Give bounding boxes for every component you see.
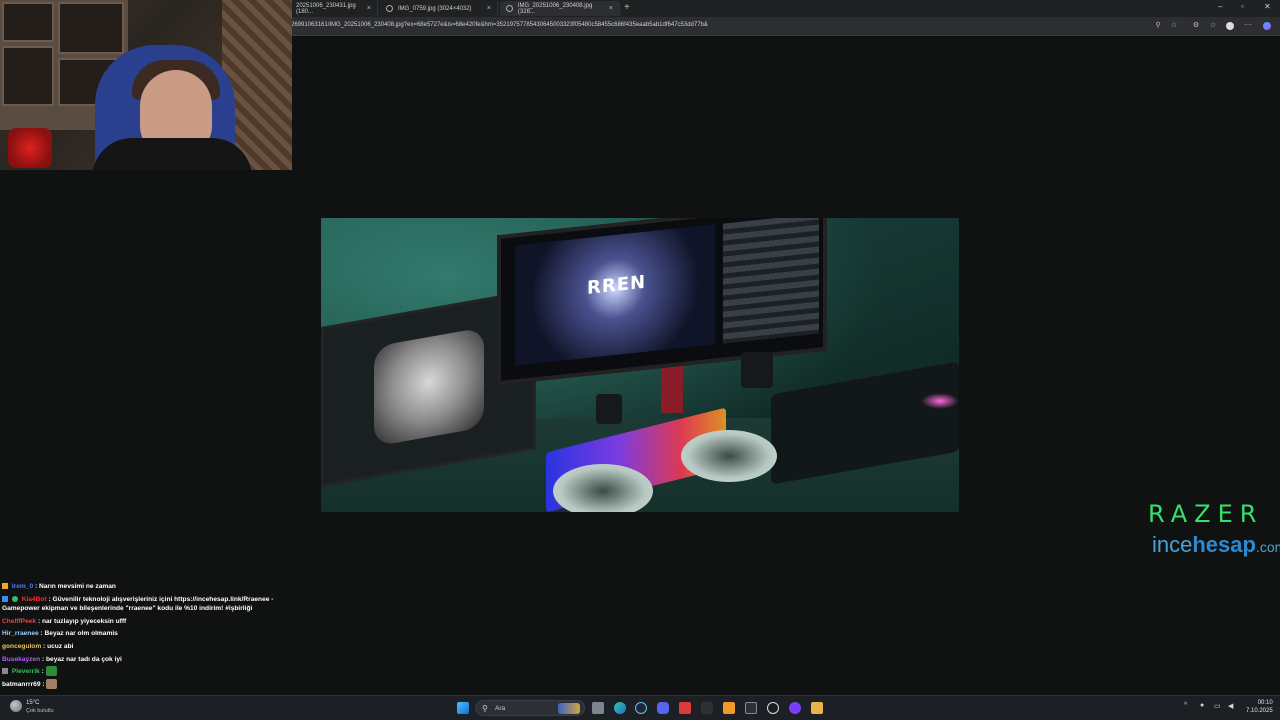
zoom-icon[interactable]: ⚲ — [1154, 22, 1162, 30]
badge-icon — [11, 595, 18, 602]
cloud-icon[interactable] — [10, 700, 22, 712]
chat-text: : — [41, 668, 44, 676]
chat-message: Kla4Bot : Güvenilir teknoloji alışverişl… — [2, 594, 277, 614]
search-label: Ara — [495, 705, 506, 712]
epic-games-icon[interactable] — [701, 702, 713, 714]
tab-3-active[interactable]: IMG_20251006_230408.jpg (326... × — [500, 1, 620, 16]
badge-icon — [2, 668, 8, 675]
emote-icon — [45, 666, 57, 677]
speaker-left — [596, 394, 622, 424]
clock-time: 00:10 — [1257, 700, 1273, 706]
app-icon[interactable] — [679, 702, 691, 714]
taskbar: 15°C Çok bulutlu ⚲ Ara ^ ● ▭ ◀ 00:10 7.1… — [0, 695, 1280, 720]
mouse-glow — [921, 393, 959, 409]
search-icon: ⚲ — [482, 704, 488, 713]
task-view-icon[interactable] — [592, 702, 604, 714]
app-icon[interactable] — [723, 702, 735, 714]
chat-username: Busekayzen — [2, 655, 41, 663]
app-icon[interactable] — [767, 702, 779, 714]
chat-text: : — [42, 680, 45, 688]
search-bar[interactable]: ⚲ Ara — [475, 700, 585, 716]
razer-logo: RAZER — [1148, 500, 1264, 528]
red-decor — [8, 128, 52, 168]
maximize-button[interactable]: ▫ — [1241, 2, 1244, 11]
streamer-body — [92, 138, 252, 170]
chat-username: batmanrrr69 — [2, 680, 41, 688]
chevron-up-icon[interactable]: ^ — [1184, 702, 1187, 709]
profile-avatar-icon[interactable] — [1226, 22, 1234, 30]
chat-text: : ucuz abi — [43, 642, 74, 650]
minimize-button[interactable]: – — [1218, 2, 1222, 11]
tab-title: IMG_20251006_230408.jpg (326... — [517, 2, 593, 15]
tab-title: IMG_0759.jpg (3024×4032) — [398, 5, 472, 12]
chat-text: : nar tuzlayıp yiyeceksin ufff — [37, 617, 127, 625]
close-icon[interactable]: × — [609, 5, 613, 12]
chat-text: : Beyaz nar olm olmamis — [40, 630, 118, 638]
tab-1[interactable]: 20251006_230431.jpg (180... × — [290, 1, 378, 16]
incehesap-logo: incehesap.com — [1152, 532, 1280, 557]
start-windows-icon[interactable] — [457, 702, 469, 714]
bowl — [681, 430, 777, 482]
chat-username: Pleverrik — [11, 668, 40, 676]
chat-message: Irem_0 : Narın mevsimi ne zaman — [2, 581, 277, 594]
chat-username: ChelffPeek — [2, 617, 37, 625]
desktop: 20251006_230431.jpg (180... × IMG_0759.j… — [0, 0, 1280, 720]
chat-username: goncegulom — [2, 642, 42, 650]
tab-title: 20251006_230431.jpg (180... — [296, 2, 356, 15]
url-field[interactable]: 26991063161/IMG_20251006_230408.jpg?ex=6… — [291, 22, 708, 28]
new-tab-button[interactable]: + — [624, 2, 630, 13]
chat-message: ChelffPeek : nar tuzlayıp yiyeceksin uff… — [2, 616, 277, 629]
chat-message: Pleverrik : — [2, 666, 277, 679]
system-clock[interactable]: 00:10 7.10.2025 — [1246, 699, 1273, 715]
app-icon[interactable] — [811, 702, 823, 714]
weather-temperature[interactable]: 15°C — [26, 700, 39, 706]
extensions-icon[interactable]: ⚙ — [1192, 22, 1200, 30]
chat-username: Hir_rraenee — [2, 630, 39, 638]
badge-icon — [2, 583, 8, 590]
chat-username: Irem_0 — [11, 583, 34, 590]
emote-icon — [46, 679, 58, 689]
edge-icon[interactable] — [614, 702, 626, 714]
clock-date: 7.10.2025 — [1246, 708, 1273, 714]
monitor-stand — [661, 363, 683, 413]
bowl — [553, 464, 653, 512]
speaker-icon[interactable]: ◀ — [1228, 702, 1233, 710]
webcam-overlay — [0, 0, 292, 170]
microphone-icon[interactable]: ● — [1200, 702, 1204, 709]
search-highlight-image — [558, 703, 580, 714]
chat-message: Hir_rraenee : Beyaz nar olm olmamis — [2, 628, 277, 641]
steam-icon[interactable] — [635, 702, 647, 714]
copilot-icon[interactable] — [1263, 22, 1271, 30]
chat-username: Kla4Bot — [21, 595, 47, 603]
globe-icon — [506, 5, 513, 12]
chat-text: : beyaz nar tadı da çok iyi — [41, 655, 122, 663]
chat-message: goncegulom : ucuz abi — [2, 641, 277, 654]
badge-icon — [2, 595, 8, 602]
discord-icon[interactable] — [657, 702, 669, 714]
close-icon[interactable]: × — [487, 5, 491, 12]
viewed-image: RREN — [321, 218, 959, 512]
favorites-icon[interactable]: ☆ — [1209, 22, 1217, 30]
weather-description[interactable]: Çok bulutlu — [26, 708, 54, 714]
monitor-face-image — [374, 327, 484, 447]
favorite-star-icon[interactable]: ☆ — [1170, 22, 1178, 30]
globe-icon — [386, 5, 393, 12]
network-icon[interactable]: ▭ — [1214, 702, 1221, 710]
close-window-button[interactable]: ✕ — [1264, 2, 1271, 11]
more-menu-icon[interactable]: ⋯ — [1244, 22, 1252, 30]
chat-overlay: Irem_0 : Narın mevsimi ne zaman Kla4Bot … — [2, 581, 277, 691]
close-icon[interactable]: × — [367, 5, 371, 12]
speaker-right — [741, 352, 773, 388]
app-icon[interactable] — [789, 702, 801, 714]
obs-icon[interactable] — [745, 702, 757, 714]
chat-message: Busekayzen : beyaz nar tadı da çok iyi — [2, 654, 277, 667]
tab-2[interactable]: IMG_0759.jpg (3024×4032) × — [380, 1, 498, 16]
monitor-sidebar — [723, 218, 819, 344]
chat-text: : Narın mevsimi ne zaman — [34, 583, 116, 590]
chat-message: batmanrrr69 : — [2, 679, 277, 692]
